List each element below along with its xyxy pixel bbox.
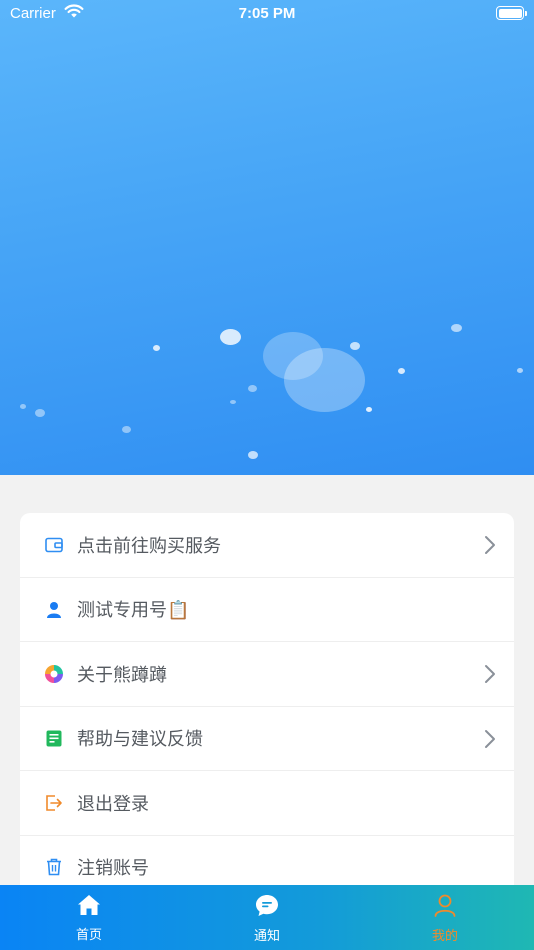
bubble (366, 407, 372, 412)
menu-item-label: 测试专用号📋 (77, 600, 190, 622)
settings-menu: 点击前往购买服务 测试专用号📋 关于熊蹲蹲 帮助与建议反馈 退出登录 注销账号 (20, 513, 514, 933)
menu-item-logout[interactable]: 退出登录 (20, 771, 514, 836)
menu-item-about[interactable]: 关于熊蹲蹲 (20, 642, 514, 707)
chevron-right-icon (484, 664, 496, 688)
clock: 7:05 PM (238, 5, 296, 22)
bubble (20, 404, 26, 409)
tab-home[interactable]: 首页 (0, 885, 178, 950)
bubble (350, 342, 360, 350)
logout-icon (44, 793, 64, 813)
chevron-right-icon (484, 535, 496, 559)
menu-item-purchase-service[interactable]: 点击前往购买服务 (20, 513, 514, 578)
battery-icon (496, 6, 527, 20)
tab-label: 通知 (253, 929, 280, 944)
menu-item-label: 注销账号 (77, 858, 149, 880)
home-icon (77, 894, 101, 920)
profile-header-background (0, 0, 534, 475)
user-icon (44, 599, 64, 619)
tab-label: 首页 (75, 928, 102, 943)
bubble (398, 368, 405, 374)
bubble (230, 400, 236, 404)
app-logo-icon (44, 664, 64, 684)
chevron-right-icon (484, 729, 496, 753)
message-icon (255, 894, 279, 921)
bubble (35, 409, 45, 417)
menu-item-label: 退出登录 (77, 793, 149, 815)
menu-item-label: 关于熊蹲蹲 (77, 664, 167, 686)
tab-notifications[interactable]: 通知 (178, 885, 356, 950)
bubble (451, 324, 462, 332)
bubble (517, 368, 523, 373)
menu-item-test-account[interactable]: 测试专用号📋 (20, 578, 514, 642)
menu-item-feedback[interactable]: 帮助与建议反馈 (20, 707, 514, 771)
bubble (220, 329, 241, 345)
status-bar: Carrier 7:05 PM (0, 0, 534, 28)
feedback-icon (44, 728, 64, 748)
bottom-tab-bar: 首页 通知 我的 (0, 885, 534, 950)
profile-icon (434, 894, 456, 921)
bubble (248, 385, 257, 392)
tab-label: 我的 (431, 929, 458, 944)
bubble (248, 451, 258, 459)
menu-item-label: 点击前往购买服务 (77, 535, 221, 557)
trash-icon (44, 857, 64, 877)
menu-item-label: 帮助与建议反馈 (77, 729, 203, 751)
bubble (153, 345, 160, 351)
bubble (284, 348, 365, 412)
tab-mine[interactable]: 我的 (356, 885, 534, 950)
bubble (122, 426, 131, 433)
wallet-icon (44, 535, 64, 555)
